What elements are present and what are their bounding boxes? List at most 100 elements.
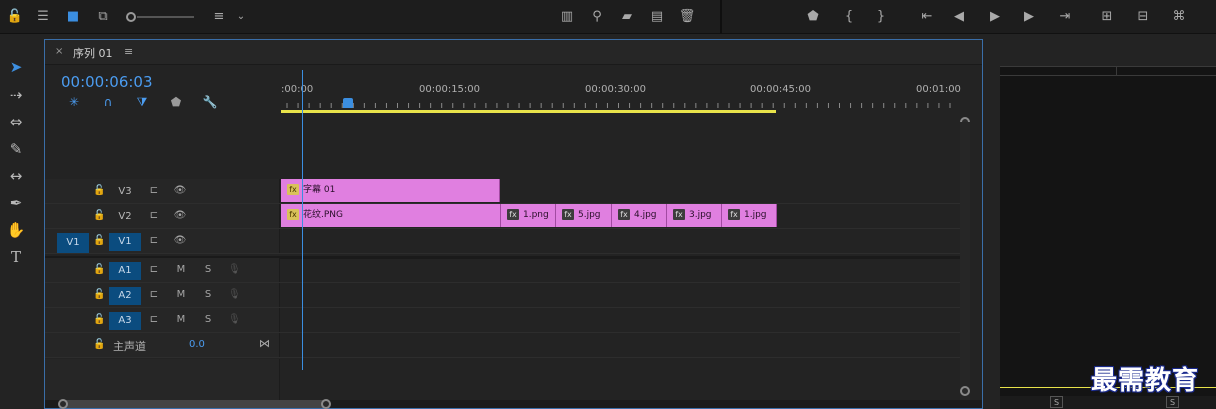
- panel-menu-icon[interactable]: ≡: [124, 45, 133, 58]
- lock-icon[interactable]: 🔓: [93, 313, 105, 327]
- zoom-slider[interactable]: [126, 12, 194, 22]
- mark-out-icon[interactable]: }: [872, 8, 890, 26]
- track-name[interactable]: V3: [109, 183, 141, 201]
- time-ruler[interactable]: :00:00 00:00:15:00 00:00:30:00 00:00:45:…: [281, 68, 965, 113]
- freeform-view-icon[interactable]: ⧉: [94, 8, 112, 26]
- camera-icon[interactable]: ⌘: [1170, 8, 1188, 26]
- track-name[interactable]: A3: [109, 312, 141, 330]
- go-to-out-icon[interactable]: ⇥: [1056, 8, 1074, 26]
- source-patch-v1[interactable]: V1: [57, 233, 89, 253]
- hscroll-right-knob[interactable]: [321, 399, 331, 409]
- pen-tool-icon[interactable]: ✒: [4, 192, 28, 214]
- hscroll-thumb[interactable]: [59, 400, 329, 408]
- solo-toggle[interactable]: S: [1050, 396, 1063, 408]
- close-icon[interactable]: ×: [55, 46, 63, 57]
- horizontal-scrollbar[interactable]: [45, 399, 982, 409]
- solo-button[interactable]: S: [202, 263, 214, 277]
- playhead-handle[interactable]: [343, 98, 353, 108]
- list-view-icon[interactable]: ☰: [34, 8, 52, 26]
- solo-button[interactable]: S: [202, 288, 214, 302]
- toggle-sync-icon[interactable]: ⊏: [147, 313, 161, 327]
- snap-icon[interactable]: ∩: [99, 95, 117, 111]
- vertical-scrollbar[interactable]: [960, 122, 970, 406]
- type-tool-icon[interactable]: T: [4, 246, 28, 268]
- lock-icon[interactable]: 🔓: [93, 338, 105, 352]
- lock-icon[interactable]: 🔓: [93, 288, 105, 302]
- track-select-tool-icon[interactable]: ⇢: [4, 84, 28, 106]
- microphone-icon[interactable]: 🎙: [228, 288, 241, 302]
- lift-icon[interactable]: ⊞: [1098, 8, 1116, 26]
- linked-selection-icon[interactable]: ⧩: [133, 95, 151, 111]
- mute-button[interactable]: M: [175, 263, 187, 277]
- folder-icon[interactable]: ▰: [618, 8, 636, 26]
- trash-icon[interactable]: 🗑: [678, 8, 696, 26]
- clip[interactable]: fx 4.jpg: [612, 204, 667, 227]
- solo-toggle[interactable]: S: [1166, 396, 1179, 408]
- mute-button[interactable]: M: [175, 288, 187, 302]
- toggle-sync-icon[interactable]: ⊏: [147, 209, 161, 223]
- mark-in-icon[interactable]: {: [840, 8, 858, 26]
- divider: [720, 0, 722, 34]
- track-v3: 🔓 V3 ⊏ 👁 fx 字幕 01: [45, 179, 960, 204]
- automate-to-sequence-icon[interactable]: ▥: [558, 8, 576, 26]
- microphone-icon[interactable]: 🎙: [228, 263, 241, 277]
- clip-label: 1.png: [523, 210, 549, 220]
- solo-button[interactable]: S: [202, 313, 214, 327]
- clip[interactable]: fx 1.jpg: [722, 204, 777, 227]
- add-marker-icon[interactable]: ⬟: [167, 95, 185, 111]
- lock-icon[interactable]: 🔓: [93, 184, 105, 198]
- eye-icon[interactable]: 👁: [173, 184, 187, 198]
- ripple-edit-tool-icon[interactable]: ⇔: [4, 111, 28, 133]
- vscroll-bottom-knob[interactable]: [960, 386, 970, 396]
- marker-icon[interactable]: ⬟: [804, 8, 822, 26]
- toggle-sync-icon[interactable]: ⊏: [147, 263, 161, 277]
- eye-icon[interactable]: 👁: [173, 234, 187, 248]
- sort-icon[interactable]: ≡: [210, 8, 228, 26]
- icon-view-icon[interactable]: ■: [64, 8, 82, 26]
- step-forward-icon[interactable]: ▶: [1020, 8, 1038, 26]
- clip[interactable]: fx 1.png: [501, 204, 556, 227]
- lock-icon[interactable]: 🔓: [93, 263, 105, 277]
- track-name[interactable]: V1: [109, 233, 141, 251]
- toggle-sync-icon[interactable]: ⊏: [147, 288, 161, 302]
- wrench-icon[interactable]: 🔧: [201, 95, 219, 111]
- step-back-icon[interactable]: ◀: [950, 8, 968, 26]
- timecode-display[interactable]: 00:00:06:03: [61, 73, 153, 91]
- clip-label: 5.jpg: [578, 210, 601, 220]
- toggle-sync-icon[interactable]: ⊏: [147, 184, 161, 198]
- go-to-in-icon[interactable]: ⇤: [918, 8, 936, 26]
- track-name[interactable]: A2: [109, 287, 141, 305]
- panel-header: × 序列 01 ≡: [45, 40, 982, 65]
- track-name[interactable]: V2: [109, 208, 141, 226]
- work-area-bar[interactable]: [281, 110, 776, 113]
- razor-tool-icon[interactable]: ✎: [4, 138, 28, 160]
- master-volume-value[interactable]: 0.0: [189, 339, 205, 350]
- selection-tool-icon[interactable]: ➤: [4, 56, 28, 78]
- nest-icon[interactable]: ✳: [65, 95, 83, 111]
- lock-icon[interactable]: 🔓: [93, 234, 105, 248]
- track-name[interactable]: A1: [109, 262, 141, 280]
- ruler-label: 00:01:00: [916, 84, 961, 95]
- lock-icon[interactable]: 🔓: [93, 209, 105, 223]
- tools-panel: ➤ ⇢ ⇔ ✎ ↔ ✒ ✋ T: [0, 34, 36, 409]
- mute-button[interactable]: M: [175, 313, 187, 327]
- clip[interactable]: fx 花纹.PNG: [281, 204, 501, 227]
- search-icon[interactable]: ⚲: [588, 8, 606, 26]
- lock-icon[interactable]: 🔓: [6, 8, 24, 26]
- go-to-end-icon[interactable]: ⋈: [259, 337, 270, 350]
- clip[interactable]: fx 3.jpg: [667, 204, 722, 227]
- clip[interactable]: fx 字幕 01: [281, 179, 500, 202]
- slip-tool-icon[interactable]: ↔: [4, 165, 28, 187]
- extract-icon[interactable]: ⊟: [1134, 8, 1152, 26]
- hand-tool-icon[interactable]: ✋: [4, 219, 28, 241]
- play-icon[interactable]: ▶: [986, 8, 1004, 26]
- chevron-down-icon[interactable]: ⌄: [232, 8, 250, 26]
- microphone-icon[interactable]: 🎙: [228, 313, 241, 327]
- eye-icon[interactable]: 👁: [173, 209, 187, 223]
- hscroll-left-knob[interactable]: [58, 399, 68, 409]
- toggle-sync-icon[interactable]: ⊏: [147, 234, 161, 248]
- track-a2: 🔓 A2 ⊏ M S 🎙: [45, 283, 960, 308]
- new-item-icon[interactable]: ▤: [648, 8, 666, 26]
- clip[interactable]: fx 5.jpg: [556, 204, 612, 227]
- sequence-tab[interactable]: 序列 01: [73, 45, 113, 61]
